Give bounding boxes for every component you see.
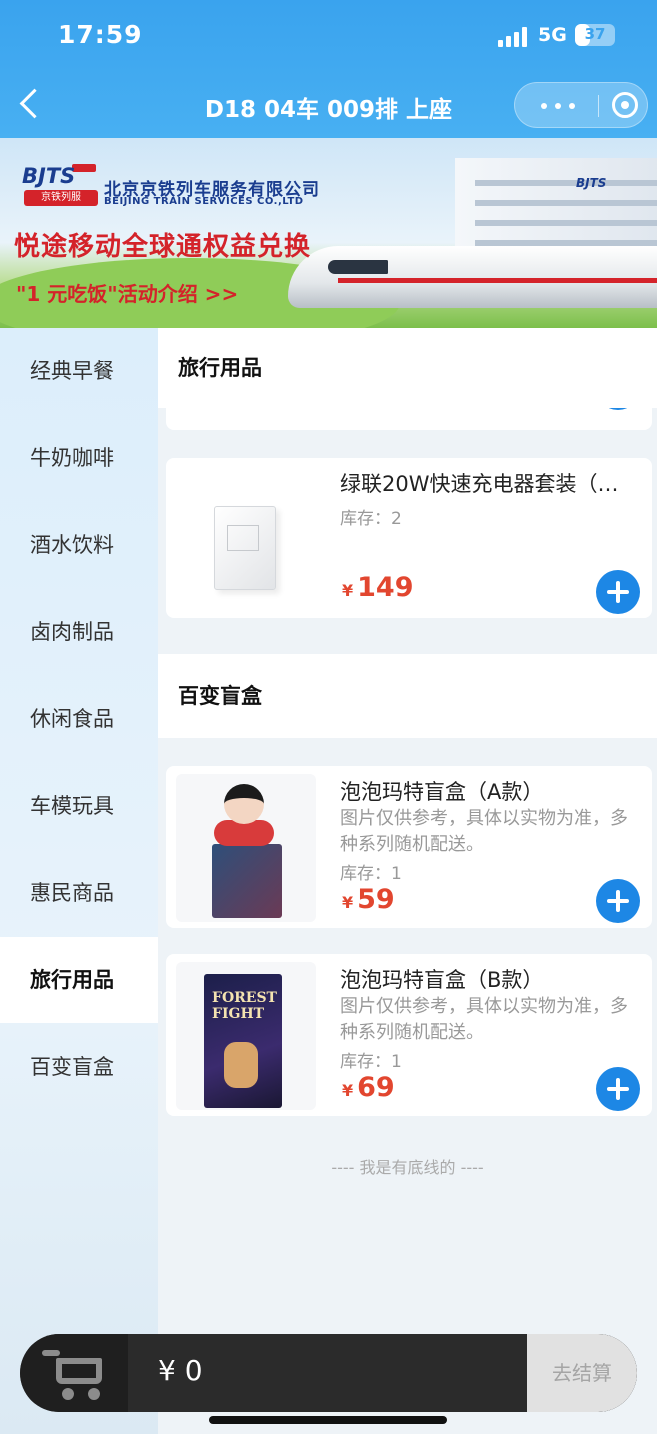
category-sidebar: 经典早餐 牛奶咖啡 酒水饮料 卤肉制品 休闲食品 车模玩具 惠民商品 旅行用品 … — [0, 328, 158, 1434]
more-button[interactable] — [533, 83, 583, 127]
capsule-divider — [598, 95, 599, 117]
toy-box-label: FOREST FIGHT — [212, 990, 277, 1022]
status-bar: 17:59 5G 37 — [0, 0, 657, 70]
mini-program-capsule — [514, 82, 648, 128]
product-card[interactable]: 泡泡玛特盲盒（A款） 图片仅供参考，具体以实物为准，多种系列随机配送。 库存：1… — [166, 766, 652, 928]
status-time: 17:59 — [58, 20, 143, 49]
product-image: FOREST FIGHT — [176, 962, 316, 1110]
checkout-button[interactable]: 去结算 — [527, 1334, 637, 1412]
nav-bar: D18 04车 009排 上座 — [0, 72, 657, 138]
sidebar-item-braised-meat[interactable]: 卤肉制品 — [0, 589, 158, 675]
battery-percent: 37 — [584, 25, 606, 43]
sidebar-item-blind-box[interactable]: 百变盲盒 — [0, 1024, 158, 1110]
sidebar-item-breakfast[interactable]: 经典早餐 — [0, 328, 158, 414]
product-description: 图片仅供参考，具体以实物为准，多种系列随机配送。 — [340, 996, 628, 1043]
section-header-blind-box: 百变盲盒 — [158, 654, 657, 738]
promo-banner[interactable]: BJTS 京铁列服 北京京铁列车服务有限公司 BEIJING TRAIN SER… — [0, 138, 657, 328]
cart-icon — [42, 1350, 60, 1356]
cart-button[interactable] — [20, 1334, 128, 1412]
signal-icon — [498, 27, 530, 47]
sidebar-item-toys[interactable]: 车模玩具 — [0, 763, 158, 849]
product-description: 图片仅供参考，具体以实物为准，多种系列随机配送。 — [340, 808, 628, 855]
home-indicator — [209, 1416, 447, 1424]
product-stock: 库存：1 — [340, 864, 402, 884]
product-price: ¥149 — [342, 572, 414, 603]
back-button[interactable] — [14, 82, 54, 126]
add-to-cart-button[interactable] — [596, 1067, 640, 1111]
cart-total: ¥ 0 — [158, 1354, 203, 1387]
bjts-logo: BJTS 京铁列服 — [22, 164, 98, 208]
sidebar-item-travel[interactable]: 旅行用品 — [0, 937, 158, 1023]
product-image — [176, 774, 316, 922]
promo-link[interactable]: "1 元吃饭"活动介绍 >> — [16, 278, 238, 307]
page-title: D18 04车 009排 上座 — [204, 97, 453, 123]
product-name: 绿联20W快速充电器套装（… — [340, 472, 619, 496]
product-stock: 库存：2 — [340, 509, 402, 529]
section-header-travel: 旅行用品 — [158, 328, 657, 408]
product-card[interactable]: 绿联20W快速充电器套装（… 库存：2 ¥149 — [166, 458, 652, 618]
sidebar-item-value-goods[interactable]: 惠民商品 — [0, 850, 158, 936]
battery-icon: 37 — [575, 24, 615, 46]
cart-basket-icon — [56, 1358, 102, 1384]
add-to-cart-button[interactable] — [596, 879, 640, 923]
product-image — [176, 468, 316, 608]
product-price: ¥59 — [342, 884, 395, 915]
product-name: 泡泡玛特盲盒（A款） — [340, 780, 544, 804]
product-stock: 库存：1 — [340, 1052, 402, 1072]
product-list: 旅行用品 绿联20W快速充电器套装（… 库存：2 ¥149 百变盲盒 泡泡玛特盲… — [158, 328, 657, 1434]
end-of-list-note: ---- 我是有底线的 ---- — [331, 1158, 484, 1177]
sidebar-item-snacks[interactable]: 休闲食品 — [0, 676, 158, 762]
product-name: 泡泡玛特盲盒（B款） — [340, 968, 544, 992]
network-label: 5G — [538, 24, 567, 46]
company-name-en: BEIJING TRAIN SERVICES CO.,LTD — [104, 196, 304, 207]
train-image — [288, 246, 657, 308]
product-card[interactable]: FOREST FIGHT 泡泡玛特盲盒（B款） 图片仅供参考，具体以实物为准，多… — [166, 954, 652, 1116]
sidebar-item-drinks[interactable]: 酒水饮料 — [0, 502, 158, 588]
sidebar-item-milk-coffee[interactable]: 牛奶咖啡 — [0, 415, 158, 501]
building-logo: BJTS — [576, 176, 607, 190]
cart-bar: ¥ 0 去结算 — [20, 1334, 637, 1412]
close-target-button[interactable] — [603, 83, 647, 127]
promo-title: 悦途移动全球通权益兑换 — [14, 232, 312, 262]
product-price: ¥69 — [342, 1072, 395, 1103]
add-to-cart-button[interactable] — [596, 570, 640, 614]
top-bar: 17:59 5G 37 D18 04车 009排 上座 — [0, 0, 657, 140]
